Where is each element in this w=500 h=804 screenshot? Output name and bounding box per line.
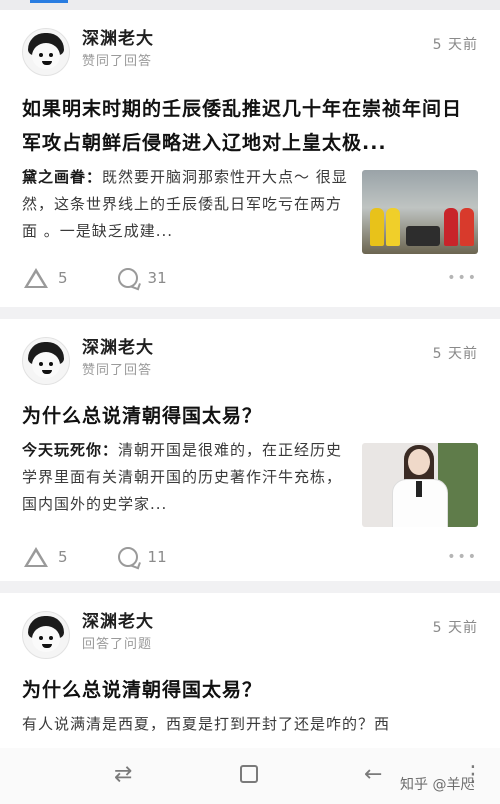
activity-type: 赞同了回答 xyxy=(82,363,153,378)
system-navigation-bar: ⇄ ← ⋮ 知乎 @羊咫 xyxy=(0,748,500,804)
timestamp: 5 天前 xyxy=(432,620,478,636)
vote-button[interactable]: 5 xyxy=(24,547,68,567)
question-title[interactable]: 为什么总说清朝得国太易？ xyxy=(22,673,478,707)
activity-type: 赞同了回答 xyxy=(82,54,153,69)
vote-count: 5 xyxy=(58,269,68,287)
comment-count: 11 xyxy=(147,548,167,566)
home-icon[interactable] xyxy=(240,765,258,783)
active-tab-indicator xyxy=(30,0,68,3)
avatar[interactable] xyxy=(22,28,70,76)
answer-author: 今天玩死你： xyxy=(22,441,119,459)
user-name[interactable]: 深渊老大 xyxy=(82,611,433,633)
comment-icon xyxy=(117,268,138,288)
vote-count: 5 xyxy=(58,548,68,566)
question-title[interactable]: 如果明末时期的壬辰倭乱推迟几十年在崇祯年间日军攻占朝鲜后侵略进入辽地对上皇太极.… xyxy=(22,92,478,160)
answer-excerpt[interactable]: 有人说满清是西夏，西夏是打到开封了还是咋的？西 xyxy=(22,711,478,738)
answer-excerpt[interactable]: 今天玩死你：清朝开国是很难的，在正经历史学界里面有关清朝开国的历史著作汗牛充栋，… xyxy=(22,437,362,527)
avatar[interactable] xyxy=(22,337,70,385)
more-icon[interactable]: ••• xyxy=(447,270,478,286)
answer-excerpt[interactable]: 黛之画眷：既然要开脑洞那索性开大点～ 很显然，这条世界线上的壬辰倭乱日军吃亏在两… xyxy=(22,164,362,254)
vote-up-icon xyxy=(24,547,48,567)
question-title[interactable]: 为什么总说清朝得国太易？ xyxy=(22,399,478,433)
user-name[interactable]: 深渊老大 xyxy=(82,337,433,359)
more-icon[interactable]: ••• xyxy=(447,549,478,565)
answer-thumbnail[interactable] xyxy=(362,443,478,527)
tab-strip xyxy=(0,0,500,10)
comment-icon xyxy=(117,547,138,567)
comment-button[interactable]: 11 xyxy=(117,547,167,567)
avatar[interactable] xyxy=(22,611,70,659)
comment-count: 31 xyxy=(147,269,167,287)
card-actions: 5 11 ••• xyxy=(24,547,478,567)
comment-button[interactable]: 31 xyxy=(117,268,167,288)
answer-author: 黛之画眷： xyxy=(22,168,103,186)
card-header: 深渊老大 赞同了回答 5 天前 xyxy=(22,337,478,387)
feed-card[interactable]: 深渊老大 赞同了回答 5 天前 为什么总说清朝得国太易？ 今天玩死你：清朝开国是… xyxy=(0,319,500,581)
activity-type: 回答了问题 xyxy=(82,637,153,652)
timestamp: 5 天前 xyxy=(432,37,478,53)
recent-apps-icon[interactable]: ⇄ xyxy=(114,762,132,787)
feed-card[interactable]: 深渊老大 赞同了回答 5 天前 如果明末时期的壬辰倭乱推迟几十年在崇祯年间日军攻… xyxy=(0,10,500,307)
answer-thumbnail[interactable] xyxy=(362,170,478,254)
timestamp: 5 天前 xyxy=(432,346,478,362)
watermark: 知乎 @羊咫 xyxy=(400,777,475,793)
back-icon[interactable]: ← xyxy=(364,762,382,787)
card-actions: 5 31 ••• xyxy=(24,268,478,288)
card-header: 深渊老大 回答了问题 5 天前 xyxy=(22,611,478,661)
vote-button[interactable]: 5 xyxy=(24,268,68,288)
card-header: 深渊老大 赞同了回答 5 天前 xyxy=(22,28,478,78)
user-name[interactable]: 深渊老大 xyxy=(82,28,433,50)
vote-up-icon xyxy=(24,268,48,288)
